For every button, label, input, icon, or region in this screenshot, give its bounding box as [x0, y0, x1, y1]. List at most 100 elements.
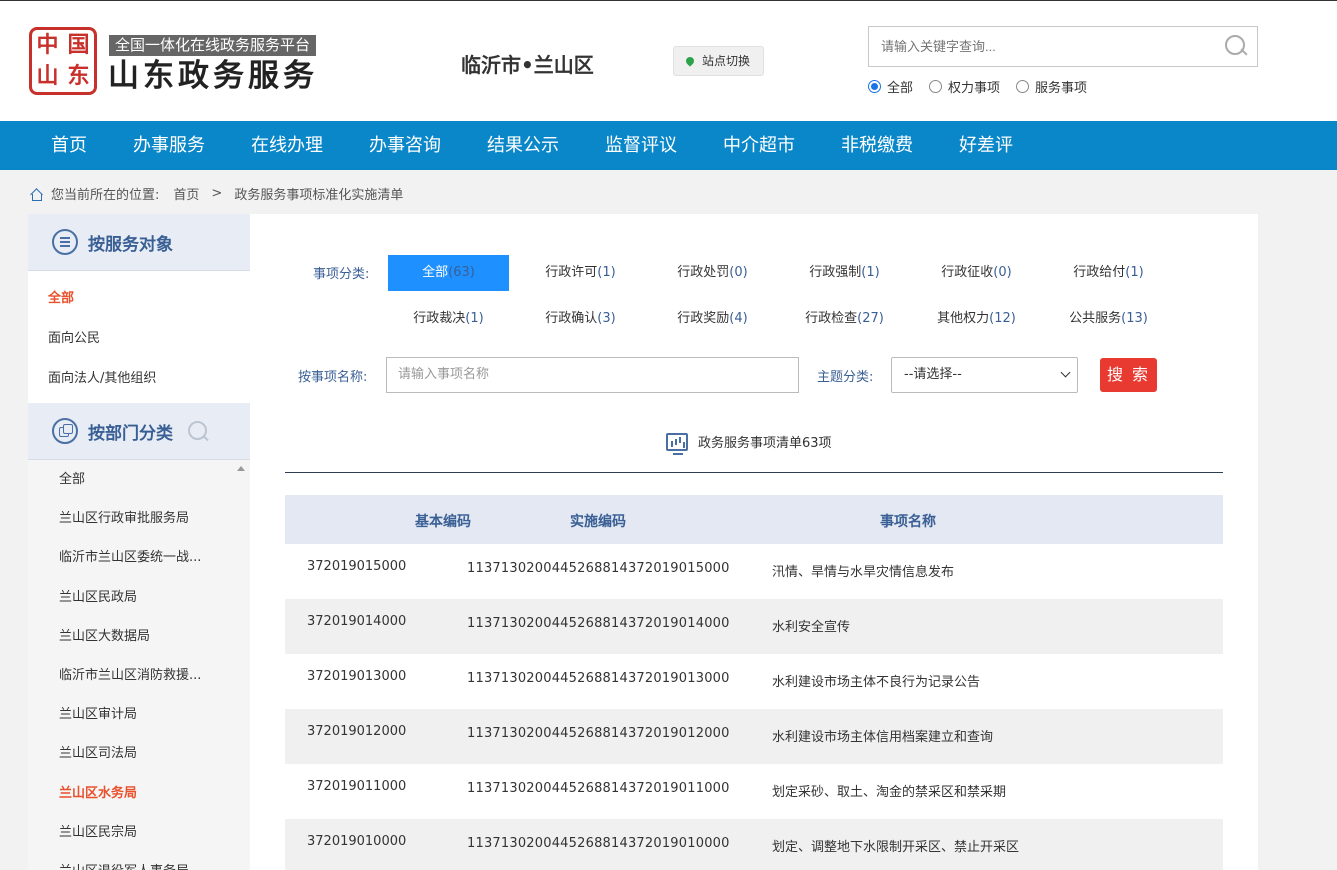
site-header: 中 国 山 东 全国一体化在线政务服务平台 山东政务服务 临沂市•兰山区 站点切… [0, 1, 1337, 121]
category-count: (0) [729, 265, 748, 280]
dept-item[interactable]: 全部 [28, 460, 250, 499]
by-target-header: 按服务对象 [28, 214, 250, 271]
seal-char: 山 [36, 63, 59, 89]
by-dept-title: 按部门分类 [88, 423, 173, 444]
cell-item-name-link[interactable]: 水利建设市场主体不良行为记录公告 [772, 671, 980, 690]
dept-item[interactable]: 临沂市兰山区消防救援... [28, 656, 250, 695]
department-list[interactable]: 全部 兰山区行政审批服务局 临沂市兰山区委统一战... 兰山区民政局 兰山区大数… [28, 460, 250, 870]
scroll-up-arrow-icon[interactable] [237, 466, 245, 471]
category-inspection[interactable]: 行政检查(27) [784, 301, 905, 337]
dept-search-icon[interactable] [188, 421, 210, 443]
item-name-input[interactable]: 请输入事项名称 [386, 357, 799, 393]
breadcrumb-home[interactable]: 首页 [173, 184, 199, 203]
department-icon [52, 418, 78, 444]
target-item-citizen[interactable]: 面向公民 [28, 319, 250, 359]
nav-item-home[interactable]: 首页 [28, 121, 110, 170]
global-search [868, 26, 1258, 67]
category-confirmation[interactable]: 行政确认(3) [520, 301, 641, 337]
category-count: (1) [1125, 265, 1144, 280]
category-name: 行政强制 [809, 265, 862, 280]
search-scope-group: 全部 权力事项 服务事项 [868, 77, 1087, 96]
cell-item-name-link[interactable]: 划定采砂、取土、淘金的禁采区和禁采期 [772, 781, 1006, 800]
category-count: (13) [1121, 311, 1148, 326]
nav-item-results[interactable]: 结果公示 [464, 121, 582, 170]
category-payment[interactable]: 行政给付(1) [1048, 255, 1169, 291]
dept-item[interactable]: 兰山区审计局 [28, 695, 250, 734]
scope-radio-power[interactable]: 权力事项 [929, 77, 1000, 96]
dept-item[interactable]: 兰山区民宗局 [28, 813, 250, 852]
category-name: 行政确认 [545, 311, 598, 326]
radio-dot[interactable] [929, 80, 943, 93]
category-other-power[interactable]: 其他权力(12) [916, 301, 1037, 337]
category-enforcement[interactable]: 行政强制(1) [784, 255, 905, 291]
radio-dot[interactable] [868, 80, 881, 93]
dept-item[interactable]: 兰山区司法局 [28, 734, 250, 773]
by-target-title: 按服务对象 [88, 234, 173, 255]
cell-impl-code: 1137130200445268814372019015000 [467, 561, 730, 576]
category-count: (12) [989, 311, 1016, 326]
breadcrumb-separator: > [211, 186, 223, 201]
cell-item-name-link[interactable]: 划定、调整地下水限制开采区、禁止开采区 [772, 836, 1019, 855]
category-name: 行政裁决 [413, 311, 466, 326]
home-icon [29, 188, 43, 201]
col-basic-code: 基本编码 [415, 514, 471, 530]
search-button[interactable]: 搜 索 [1100, 358, 1157, 392]
category-name: 行政检查 [805, 311, 858, 326]
cell-item-name-link[interactable]: 水利安全宣传 [772, 616, 850, 635]
target-list: 全部 面向公民 面向法人/其他组织 [28, 271, 250, 403]
category-reward[interactable]: 行政奖励(4) [652, 301, 773, 337]
site-title[interactable]: 山东政务服务 [108, 56, 318, 96]
cell-item-name-link[interactable]: 水利建设市场主体信用档案建立和查询 [772, 726, 993, 745]
cell-basic-code: 372019011000 [307, 779, 407, 794]
by-dept-header: 按部门分类 [28, 403, 250, 460]
cell-impl-code: 1137130200445268814372019013000 [467, 671, 730, 686]
cell-impl-code: 1137130200445268814372019014000 [467, 616, 730, 631]
table-row[interactable]: 372019014000 113713020044526881437201901… [285, 599, 1223, 654]
nav-item-online[interactable]: 在线办理 [228, 121, 346, 170]
target-item-all[interactable]: 全部 [28, 279, 250, 319]
category-name: 行政奖励 [677, 311, 730, 326]
switch-site-label: 站点切换 [702, 54, 751, 68]
nav-item-rating[interactable]: 好差评 [936, 121, 1036, 170]
radio-dot[interactable] [1016, 80, 1030, 93]
table-row[interactable]: 372019010000 113713020044526881437201901… [285, 819, 1223, 870]
switch-site-button[interactable]: 站点切换 [673, 46, 764, 76]
seal-logo-icon[interactable]: 中 国 山 东 [29, 27, 97, 95]
nav-item-nontax[interactable]: 非税缴费 [818, 121, 936, 170]
dept-item[interactable]: 兰山区大数据局 [28, 617, 250, 656]
category-all[interactable]: 全部(63) [388, 255, 509, 291]
category-name: 行政征收 [941, 265, 994, 280]
table-row[interactable]: 372019011000 113713020044526881437201901… [285, 764, 1223, 819]
dept-item-active[interactable]: 兰山区水务局 [28, 774, 250, 813]
global-search-input[interactable] [869, 27, 1209, 66]
sidebar: 按服务对象 全部 面向公民 面向法人/其他组织 按部门分类 全部 兰山区行政审批… [28, 214, 250, 870]
platform-subtitle: 全国一体化在线政务服务平台 [109, 35, 317, 56]
scope-radio-service[interactable]: 服务事项 [1016, 77, 1087, 96]
nav-item-supervision[interactable]: 监督评议 [582, 121, 700, 170]
category-penalty[interactable]: 行政处罚(0) [652, 255, 773, 291]
monitor-chart-icon [666, 432, 688, 455]
dept-item[interactable]: 临沂市兰山区委统一战... [28, 538, 250, 577]
table-row[interactable]: 372019015000 113713020044526881437201901… [285, 544, 1223, 599]
table-row[interactable]: 372019013000 113713020044526881437201901… [285, 654, 1223, 709]
breadcrumb-current: 政务服务事项标准化实施清单 [234, 188, 404, 203]
theme-select[interactable]: --请选择-- [891, 357, 1078, 393]
cell-basic-code: 372019010000 [307, 834, 407, 849]
category-levy[interactable]: 行政征收(0) [916, 255, 1037, 291]
nav-item-services[interactable]: 办事服务 [110, 121, 228, 170]
nav-item-agency-market[interactable]: 中介超市 [700, 121, 818, 170]
search-icon[interactable] [1225, 35, 1247, 57]
category-public-service[interactable]: 公共服务(13) [1048, 301, 1169, 337]
category-ruling[interactable]: 行政裁决(1) [388, 301, 509, 337]
main-content: 事项分类: 全部(63) 行政许可(1) 行政处罚(0) 行政强制(1) 行政征… [250, 214, 1258, 870]
nav-item-consult[interactable]: 办事咨询 [346, 121, 464, 170]
category-license[interactable]: 行政许可(1) [520, 255, 641, 291]
col-item-name: 事项名称 [880, 514, 936, 530]
table-row[interactable]: 372019012000 113713020044526881437201901… [285, 709, 1223, 764]
scope-radio-all[interactable]: 全部 [868, 77, 913, 96]
dept-item[interactable]: 兰山区退役军人事务局 [28, 852, 250, 870]
dept-item[interactable]: 兰山区行政审批服务局 [28, 499, 250, 538]
dept-item[interactable]: 兰山区民政局 [28, 578, 250, 617]
cell-item-name-link[interactable]: 汛情、旱情与水旱灾情信息发布 [772, 561, 954, 580]
target-item-legal-person[interactable]: 面向法人/其他组织 [28, 359, 250, 399]
